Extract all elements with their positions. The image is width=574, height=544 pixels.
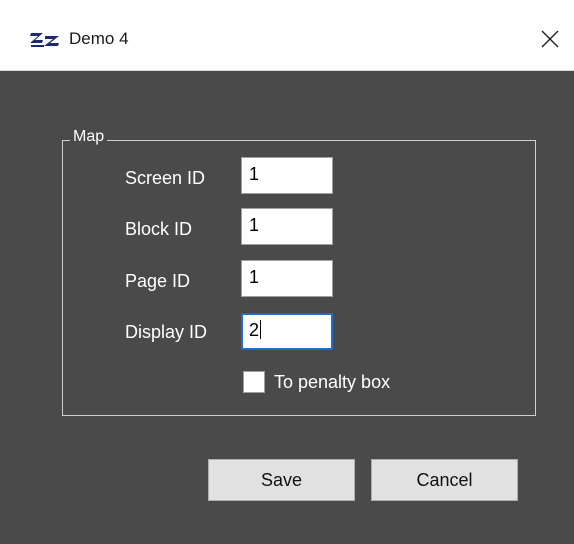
dialog-window: Demo 4 Map Screen ID 1 Block ID 1 Page I… <box>0 0 574 544</box>
title-bar[interactable]: Demo 4 <box>0 0 574 71</box>
page-id-input[interactable]: 1 <box>241 260 333 297</box>
save-button[interactable]: Save <box>208 459 355 501</box>
screen-id-value: 1 <box>249 164 260 184</box>
block-id-input[interactable]: 1 <box>241 208 333 245</box>
window-border <box>0 71 8 544</box>
text-caret <box>260 320 262 339</box>
penalty-box-checkbox[interactable] <box>243 371 265 393</box>
zz-logo-icon <box>30 33 59 47</box>
block-id-label: Block ID <box>125 219 193 239</box>
page-id-value: 1 <box>249 267 260 287</box>
close-icon[interactable] <box>535 24 565 54</box>
screen-id-label: Screen ID <box>125 168 206 188</box>
page-id-label: Page ID <box>125 271 191 291</box>
penalty-box-label[interactable]: To penalty box <box>274 372 390 392</box>
cancel-button[interactable]: Cancel <box>371 459 518 501</box>
window-title: Demo 4 <box>69 29 129 48</box>
display-id-input[interactable]: 2 <box>241 313 333 350</box>
display-id-value: 2 <box>249 320 260 340</box>
block-id-value: 1 <box>249 215 260 235</box>
screen-id-input[interactable]: 1 <box>241 157 333 194</box>
map-group-label: Map <box>70 128 108 146</box>
display-id-label: Display ID <box>125 322 208 342</box>
